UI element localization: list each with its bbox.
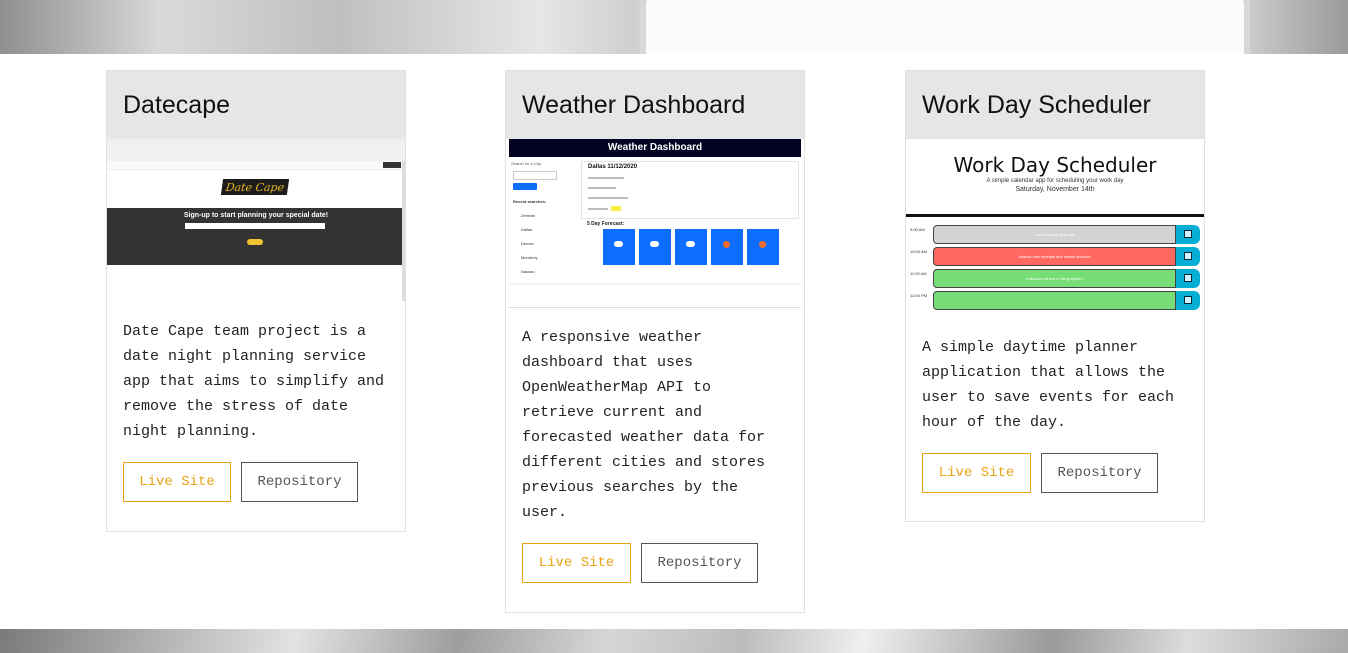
recent-item: Nassau bbox=[521, 269, 535, 274]
save-button bbox=[1176, 291, 1200, 310]
nav-button bbox=[383, 162, 401, 168]
live-site-button[interactable]: Live Site bbox=[922, 453, 1031, 493]
temperature-line bbox=[588, 177, 624, 179]
scheduler-title: Work Day Scheduler bbox=[953, 153, 1157, 177]
calendar-save-icon bbox=[1184, 296, 1192, 304]
signup-submit bbox=[247, 239, 263, 245]
live-site-button[interactable]: Live Site bbox=[123, 462, 231, 502]
project-screenshot: Work Day Scheduler A simple calendar app… bbox=[906, 139, 1204, 317]
recent-item: Zermatt bbox=[521, 213, 535, 218]
forecast-card bbox=[675, 229, 707, 265]
wind-line bbox=[588, 197, 628, 199]
time-block bbox=[933, 291, 1176, 310]
scrollbar bbox=[402, 161, 405, 301]
project-title: Work Day Scheduler bbox=[906, 71, 1204, 139]
hour-label: 10:00 AM bbox=[910, 249, 927, 254]
forecast-card bbox=[711, 229, 743, 265]
sun-icon bbox=[723, 241, 730, 248]
search-button bbox=[513, 183, 537, 190]
divider bbox=[509, 283, 801, 285]
dashboard-header: Weather Dashboard bbox=[509, 139, 801, 157]
signup-banner: Sign-up to start planning your special d… bbox=[107, 208, 405, 265]
site-navbar bbox=[107, 161, 405, 170]
recent-item: Monterey bbox=[521, 255, 538, 260]
forecast-card bbox=[639, 229, 671, 265]
calendar-save-icon bbox=[1184, 230, 1192, 238]
laptop-image bbox=[640, 0, 1250, 54]
browser-chrome bbox=[107, 139, 405, 162]
cloud-icon bbox=[686, 241, 695, 247]
divider bbox=[906, 214, 1204, 217]
project-description: A responsive weather dashboard that uses… bbox=[522, 329, 766, 521]
current-city: Dallas 11/12/2020 bbox=[588, 164, 638, 170]
city-input bbox=[513, 171, 557, 180]
scheduler-subtitle: A simple calendar app for scheduling you… bbox=[986, 178, 1124, 184]
forecast-card bbox=[747, 229, 779, 265]
event-text: Lunch Friday Held Job bbox=[1034, 232, 1075, 237]
save-button bbox=[1176, 225, 1200, 244]
project-screenshot: Weather Dashboard Search for a City: Rec… bbox=[509, 139, 801, 308]
datecape-logo: Date Cape bbox=[220, 179, 290, 195]
recent-item: Denver bbox=[521, 241, 534, 246]
humidity-line bbox=[588, 187, 616, 189]
uv-line bbox=[588, 208, 608, 210]
time-block: Assess new receipts and create invoices bbox=[933, 247, 1176, 266]
project-card-datecape: Datecape Date Cape Sign-up to start plan… bbox=[106, 70, 406, 532]
cloud-icon bbox=[650, 241, 659, 247]
signup-tagline: Sign-up to start planning your special d… bbox=[183, 212, 329, 219]
calendar-save-icon bbox=[1184, 274, 1192, 282]
signup-input bbox=[185, 223, 325, 229]
hour-label: 11:00 AM bbox=[910, 271, 927, 276]
time-block: Lunch Friday Held Job bbox=[933, 225, 1176, 244]
search-label: Search for a City: bbox=[511, 161, 542, 166]
event-text: Assess new receipts and create invoices bbox=[1018, 254, 1091, 259]
sun-icon bbox=[759, 241, 766, 248]
repository-button[interactable]: Repository bbox=[241, 462, 358, 502]
scheduler-date: Saturday, November 14th bbox=[1015, 186, 1095, 193]
project-screenshot: Date Cape Sign-up to start planning your… bbox=[107, 139, 405, 301]
forecast-title: 5 Day Forecast: bbox=[587, 221, 625, 227]
current-weather-panel: Dallas 11/12/2020 bbox=[581, 161, 799, 219]
repository-button[interactable]: Repository bbox=[641, 543, 758, 583]
hour-label: 9:00 AM bbox=[910, 227, 925, 232]
time-block: Introduce others to filing system bbox=[933, 269, 1176, 288]
logo-text: Date Cape bbox=[224, 180, 286, 194]
event-text: Introduce others to filing system bbox=[1026, 276, 1083, 281]
project-title: Datecape bbox=[107, 71, 405, 139]
repository-button[interactable]: Repository bbox=[1041, 453, 1158, 493]
project-card-weather-dashboard: Weather Dashboard Weather Dashboard Sear… bbox=[505, 70, 805, 613]
save-button bbox=[1176, 247, 1200, 266]
recent-label: Recent searches: bbox=[513, 199, 547, 204]
project-description: A simple daytime planner application tha… bbox=[922, 339, 1175, 431]
background-header-image bbox=[0, 0, 1348, 54]
project-title: Weather Dashboard bbox=[506, 71, 804, 139]
live-site-button[interactable]: Live Site bbox=[522, 543, 631, 583]
cloud-icon bbox=[614, 241, 623, 247]
background-footer-image bbox=[0, 629, 1348, 653]
recent-item: Dallas bbox=[521, 227, 533, 232]
project-description: Date Cape team project is a date night p… bbox=[123, 323, 385, 440]
project-card-work-day-scheduler: Work Day Scheduler Work Day Scheduler A … bbox=[905, 70, 1205, 522]
hour-label: 12:00 PM bbox=[910, 293, 928, 298]
save-button bbox=[1176, 269, 1200, 288]
forecast-card bbox=[603, 229, 635, 265]
calendar-save-icon bbox=[1184, 252, 1192, 260]
uv-index-badge bbox=[611, 206, 621, 211]
